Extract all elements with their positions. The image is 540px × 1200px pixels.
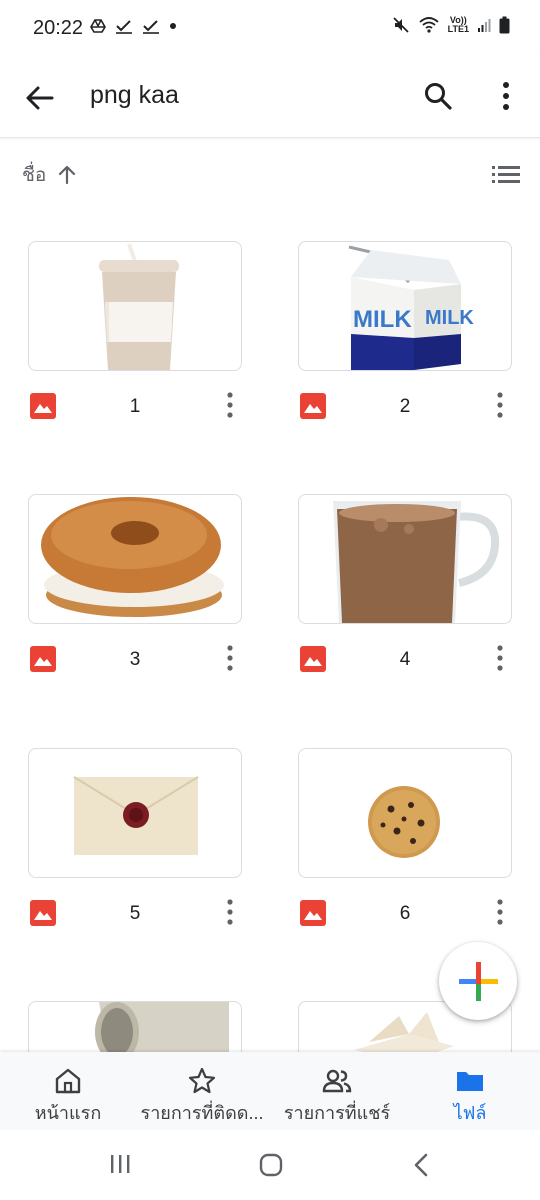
check-notification-icon-2 (143, 20, 159, 34)
envelope-image (73, 776, 199, 855)
nav-label-files: ไฟล์ (453, 1103, 487, 1123)
signal-icon (478, 19, 491, 32)
file-info-row: 4 (298, 638, 512, 682)
lte-indicator: Vo)) LTE1 (448, 16, 469, 34)
file-info-row: 2 (298, 385, 512, 429)
back-arrow-icon[interactable] (22, 80, 58, 116)
recent-apps-icon[interactable] (108, 1152, 132, 1176)
battery-icon (499, 16, 510, 34)
file-more-icon[interactable] (494, 644, 506, 672)
sort-control[interactable]: ชื่อ (22, 160, 76, 190)
folder-icon (457, 1072, 483, 1091)
file-tile[interactable]: 4 (298, 494, 512, 682)
home-icon (55, 1068, 81, 1094)
file-tile[interactable]: 6 (298, 748, 512, 936)
home-nav-icon[interactable] (258, 1152, 284, 1178)
nav-label-home: หน้าแรก (34, 1103, 102, 1123)
mute-icon (393, 17, 409, 33)
milk-label-left: MILK (353, 306, 412, 333)
file-thumbnail[interactable] (298, 748, 512, 878)
bottom-navigation: หน้าแรก รายการที่ติดด... รายการที่แชร์ ไ… (0, 1052, 540, 1130)
file-name: 5 (129, 903, 141, 924)
status-system-icons: Vo)) LTE1 (392, 16, 510, 34)
file-more-icon[interactable] (494, 391, 506, 419)
file-name: 1 (129, 396, 141, 417)
lte-bottom-label: LTE1 (447, 24, 469, 34)
file-thumbnail[interactable] (298, 494, 512, 624)
file-name: 3 (129, 649, 141, 670)
nav-label-shared: รายการที่แชร์ (283, 1103, 391, 1123)
people-icon (322, 1069, 352, 1093)
file-more-icon[interactable] (224, 391, 236, 419)
status-notification-icons (90, 18, 177, 34)
file-more-icon[interactable] (494, 898, 506, 926)
system-navigation-bar (0, 1130, 540, 1200)
file-name: 6 (399, 903, 411, 924)
sort-label: ชื่อ (22, 165, 47, 186)
arrow-up-icon (59, 165, 76, 185)
file-info-row: 3 (28, 638, 242, 682)
wifi-icon (419, 17, 439, 33)
nav-item-home[interactable]: หน้าแรก (18, 1052, 118, 1130)
file-info-row: 1 (28, 385, 242, 429)
cookie-image (368, 786, 440, 858)
add-icon (459, 962, 498, 1001)
drive-notification-icon (90, 19, 106, 33)
milk-label-right: MILK (425, 307, 474, 329)
nav-item-shared[interactable]: รายการที่แชร์ (272, 1052, 402, 1130)
file-more-icon[interactable] (224, 898, 236, 926)
folder-title: png kaa (90, 81, 179, 109)
file-name: 4 (399, 649, 411, 670)
file-more-icon[interactable] (224, 644, 236, 672)
file-thumbnail[interactable] (28, 748, 242, 878)
search-icon[interactable] (422, 80, 454, 112)
coffee-cup-image (99, 243, 179, 370)
more-vert-icon[interactable] (496, 80, 516, 112)
file-tile[interactable]: MILK MILK 2 (298, 241, 512, 429)
status-bar: 20:22 Vo)) LTE1 (0, 0, 540, 56)
dot-icon (170, 23, 176, 29)
file-tile[interactable]: 1 (28, 241, 242, 429)
nav-label-starred: รายการที่ติดด... (140, 1103, 264, 1123)
chocolate-drink-image (333, 501, 500, 623)
bagel-image (41, 497, 224, 617)
file-tile[interactable]: 3 (28, 494, 242, 682)
top-app-bar: png kaa (0, 56, 540, 138)
file-info-row: 6 (298, 892, 512, 936)
status-time: 20:22 (33, 17, 84, 39)
nav-item-files[interactable]: ไฟล์ (420, 1052, 520, 1130)
new-button[interactable] (439, 942, 517, 1020)
file-thumbnail[interactable] (28, 494, 242, 624)
check-notification-icon (116, 20, 132, 34)
file-info-row: 5 (28, 892, 242, 936)
file-thumbnail[interactable]: MILK MILK (298, 241, 512, 371)
list-view-icon[interactable] (490, 162, 522, 186)
file-tile[interactable]: 5 (28, 748, 242, 936)
nav-item-starred[interactable]: รายการที่ติดด... (132, 1052, 272, 1130)
milk-carton-image: MILK MILK (348, 245, 474, 370)
file-thumbnail[interactable] (28, 241, 242, 371)
back-nav-icon[interactable] (410, 1152, 434, 1178)
star-icon (188, 1067, 216, 1094)
file-name: 2 (399, 396, 411, 417)
